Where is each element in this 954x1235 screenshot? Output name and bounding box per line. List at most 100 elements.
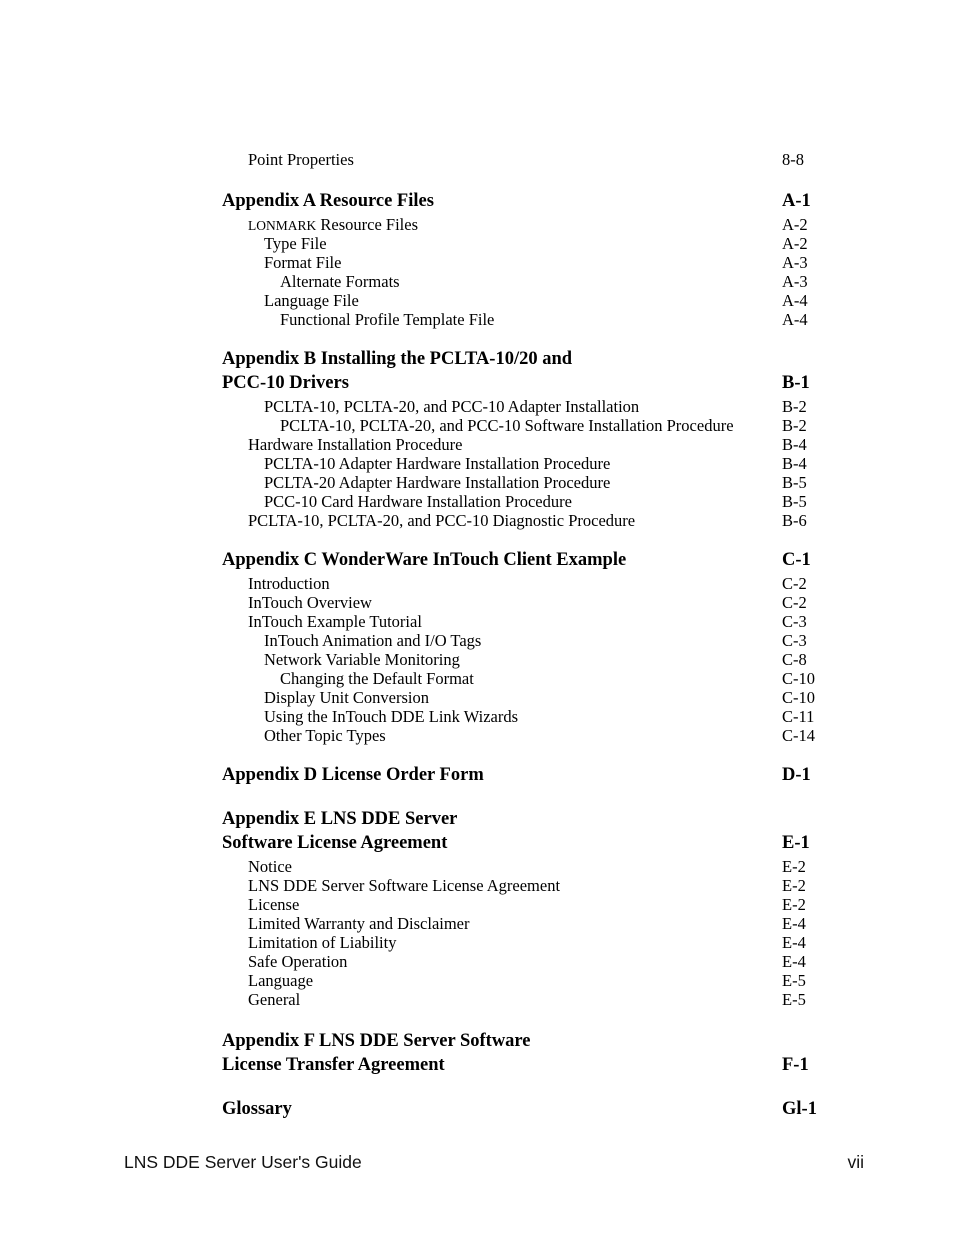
toc-heading-row[interactable]: Glossary Gl-1 bbox=[222, 1097, 822, 1121]
toc-entry-label: Functional Profile Template File bbox=[280, 310, 495, 329]
toc-entry-label: Alternate Formats bbox=[280, 272, 400, 291]
table-of-contents: Point Properties 8-8 Appendix A Resource F… bbox=[222, 150, 822, 1121]
toc-heading-row[interactable]: PCC-10 Drivers B-1 bbox=[222, 371, 822, 395]
toc-entry-row[interactable]: Safe Operation E-4 bbox=[222, 952, 822, 971]
toc-entry-row[interactable]: PCLTA-10 Adapter Hardware Installation P… bbox=[222, 454, 822, 473]
toc-entry-label: Software License Agreement bbox=[222, 833, 448, 853]
toc-entry-page-number: B-5 bbox=[782, 473, 807, 492]
toc-entry-label: InTouch Animation and I/O Tags bbox=[264, 631, 482, 650]
toc-entry-row[interactable]: Point Properties 8-8 bbox=[222, 150, 822, 169]
toc-entry-row[interactable]: Language E-5 bbox=[222, 971, 822, 990]
toc-entry-page-number: C-3 bbox=[782, 612, 807, 631]
toc-entry-page-number: E-4 bbox=[782, 933, 806, 952]
toc-entry-row[interactable]: Alternate Formats A-3 bbox=[222, 272, 822, 291]
toc-heading-row[interactable]: Appendix B Installing the PCLTA-10/20 an… bbox=[222, 347, 822, 371]
toc-entry-label: General bbox=[248, 990, 301, 1009]
toc-spacer bbox=[222, 329, 822, 347]
toc-entry-page-number: C-1 bbox=[782, 550, 811, 570]
toc-entry-label: Type File bbox=[264, 234, 327, 253]
toc-entry-row[interactable]: LNS DDE Server Software License Agreemen… bbox=[222, 876, 822, 895]
toc-entry-label: Point Properties bbox=[248, 150, 354, 169]
toc-heading-row[interactable]: Software License Agreement E-1 bbox=[222, 831, 822, 855]
toc-entry-page-number: A-1 bbox=[782, 191, 811, 211]
toc-spacer bbox=[222, 1009, 822, 1029]
toc-entry-label: LONMARK Resource Files bbox=[248, 215, 418, 234]
toc-spacer bbox=[222, 169, 822, 189]
toc-entry-row[interactable]: License E-2 bbox=[222, 895, 822, 914]
toc-spacer bbox=[222, 745, 822, 763]
toc-entry-page-number: A-4 bbox=[782, 291, 808, 310]
toc-entry-row[interactable]: Limited Warranty and Disclaimer E-4 bbox=[222, 914, 822, 933]
toc-entry-row[interactable]: InTouch Example Tutorial C-3 bbox=[222, 612, 822, 631]
toc-entry-row[interactable]: PCLTA-20 Adapter Hardware Installation P… bbox=[222, 473, 822, 492]
toc-heading-row[interactable]: License Transfer Agreement F-1 bbox=[222, 1053, 822, 1077]
toc-entry-label: Network Variable Monitoring bbox=[264, 650, 460, 669]
toc-entry-label: PCLTA-10, PCLTA-20, and PCC-10 Diagnosti… bbox=[248, 511, 636, 530]
toc-entry-page-number: E-5 bbox=[782, 990, 806, 1009]
toc-entry-row[interactable]: Changing the Default Format C-10 bbox=[222, 669, 822, 688]
page-canvas: Point Properties 8-8 Appendix A Resource F… bbox=[0, 0, 954, 1235]
toc-entry-page-number: E-1 bbox=[782, 833, 810, 853]
toc-entry-row[interactable]: PCLTA-10, PCLTA-20, and PCC-10 Software … bbox=[222, 416, 822, 435]
toc-entry-label: Using the InTouch DDE Link Wizards bbox=[264, 707, 519, 726]
toc-entry-label: Notice bbox=[248, 857, 292, 876]
toc-entry-label: InTouch Overview bbox=[248, 593, 372, 612]
toc-entry-row[interactable]: Functional Profile Template File A-4 bbox=[222, 310, 822, 329]
toc-heading-row[interactable]: Appendix F LNS DDE Server Software bbox=[222, 1029, 822, 1053]
toc-entry-page-number: 8-8 bbox=[782, 150, 804, 169]
toc-entry-row[interactable]: LONMARK Resource Files A-2 bbox=[222, 215, 822, 234]
toc-entry-page-number: A-3 bbox=[782, 253, 808, 272]
toc-entry-row[interactable]: InTouch Overview C-2 bbox=[222, 593, 822, 612]
toc-entry-page-number: C-2 bbox=[782, 574, 807, 593]
toc-heading-row[interactable]: Appendix E LNS DDE Server bbox=[222, 807, 822, 831]
toc-entry-page-number: C-11 bbox=[782, 707, 815, 726]
toc-entry-page-number: E-2 bbox=[782, 876, 806, 895]
toc-entry-label: InTouch Example Tutorial bbox=[248, 612, 422, 631]
toc-entry-row[interactable]: Notice E-2 bbox=[222, 857, 822, 876]
toc-entry-page-number: A-2 bbox=[782, 215, 808, 234]
toc-entry-row[interactable]: Language File A-4 bbox=[222, 291, 822, 310]
toc-entry-page-number: D-1 bbox=[782, 765, 811, 785]
toc-entry-page-number: C-10 bbox=[782, 688, 815, 707]
page-footer: LNS DDE Server User's Guide vii bbox=[124, 1152, 864, 1178]
toc-heading-row[interactable]: Appendix A Resource Files A-1 bbox=[222, 189, 822, 213]
toc-entry-page-number: B-6 bbox=[782, 511, 807, 530]
toc-entry-page-number: E-2 bbox=[782, 857, 806, 876]
toc-entry-row[interactable]: PCLTA-10, PCLTA-20, and PCC-10 Diagnosti… bbox=[222, 511, 822, 530]
toc-entry-page-number: C-10 bbox=[782, 669, 815, 688]
toc-entry-page-number: E-2 bbox=[782, 895, 806, 914]
toc-entry-page-number: C-14 bbox=[782, 726, 815, 745]
toc-entry-row[interactable]: PCC-10 Card Hardware Installation Proced… bbox=[222, 492, 822, 511]
toc-entry-label: PCC-10 Drivers bbox=[222, 373, 349, 393]
toc-entry-row[interactable]: Hardware Installation Procedure B-4 bbox=[222, 435, 822, 454]
toc-entry-label: Display Unit Conversion bbox=[264, 688, 429, 707]
toc-entry-row[interactable]: General E-5 bbox=[222, 990, 822, 1009]
toc-entry-label: License bbox=[248, 895, 300, 914]
toc-entry-label: Appendix B Installing the PCLTA-10/20 an… bbox=[222, 349, 573, 369]
toc-entry-row[interactable]: Using the InTouch DDE Link Wizards C-11 bbox=[222, 707, 822, 726]
toc-entry-row[interactable]: PCLTA-10, PCLTA-20, and PCC-10 Adapter I… bbox=[222, 397, 822, 416]
toc-entry-page-number: E-4 bbox=[782, 952, 806, 971]
toc-entry-row[interactable]: Format File A-3 bbox=[222, 253, 822, 272]
toc-entry-label: Language File bbox=[264, 291, 359, 310]
toc-entry-row[interactable]: Introduction C-2 bbox=[222, 574, 822, 593]
toc-entry-label: LNS DDE Server Software License Agreemen… bbox=[248, 876, 561, 895]
toc-heading-row[interactable]: Appendix C WonderWare InTouch Client Exa… bbox=[222, 548, 822, 572]
toc-entry-page-number: B-2 bbox=[782, 416, 807, 435]
toc-entry-label: Limitation of Liability bbox=[248, 933, 397, 952]
toc-entry-row[interactable]: Type File A-2 bbox=[222, 234, 822, 253]
toc-entry-row[interactable]: Limitation of Liability E-4 bbox=[222, 933, 822, 952]
toc-entry-page-number: C-2 bbox=[782, 593, 807, 612]
toc-heading-row[interactable]: Appendix D License Order Form D-1 bbox=[222, 763, 822, 787]
toc-entry-label: Introduction bbox=[248, 574, 330, 593]
toc-entry-row[interactable]: Other Topic Types C-14 bbox=[222, 726, 822, 745]
toc-entry-row[interactable]: InTouch Animation and I/O Tags C-3 bbox=[222, 631, 822, 650]
toc-entry-label: Appendix C WonderWare InTouch Client Exa… bbox=[222, 550, 627, 570]
footer-page-number: vii bbox=[847, 1152, 864, 1172]
toc-entry-label: Appendix A Resource Files bbox=[222, 191, 434, 211]
toc-spacer bbox=[222, 787, 822, 807]
toc-entry-row[interactable]: Display Unit Conversion C-10 bbox=[222, 688, 822, 707]
toc-entry-row[interactable]: Network Variable Monitoring C-8 bbox=[222, 650, 822, 669]
toc-entry-label: Appendix E LNS DDE Server bbox=[222, 809, 458, 829]
toc-entry-page-number: B-4 bbox=[782, 435, 807, 454]
